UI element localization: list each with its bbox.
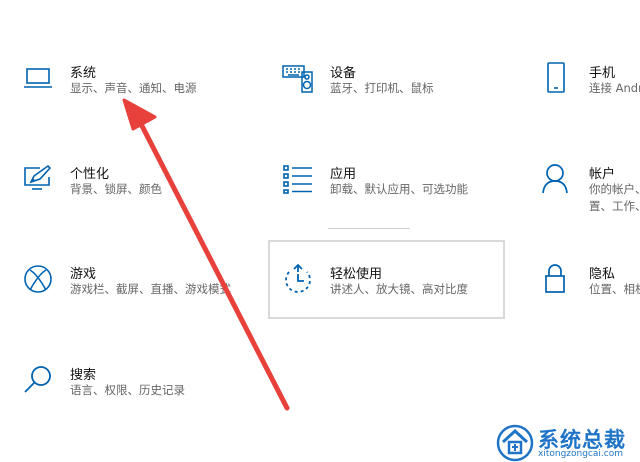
- tile-title: 个性化: [70, 167, 110, 182]
- tile-description: 游戏栏、截屏、直播、游戏模式: [70, 282, 231, 296]
- tile-description-line2: 置、工作、: [589, 199, 640, 213]
- settings-tile-phone[interactable]: 手机 连接 Andr: [541, 62, 640, 142]
- tile-title: 手机: [589, 66, 616, 81]
- settings-tile-search[interactable]: 搜索 语言、权限、历史记录: [22, 364, 252, 444]
- tile-title: 游戏: [70, 267, 97, 282]
- tile-description: 连接 Andr: [589, 81, 640, 95]
- ease-of-access-icon: [282, 263, 314, 295]
- tile-description: 背景、锁屏、颜色: [70, 182, 162, 196]
- laptop-icon: [22, 62, 54, 94]
- settings-tile-gaming[interactable]: 游戏 游戏栏、截屏、直播、游戏模式: [22, 263, 252, 343]
- devices-icon: [282, 62, 314, 94]
- account-icon: [541, 163, 573, 195]
- settings-tile-ease-of-access[interactable]: 轻松使用 讲述人、放大镜、高对比度: [268, 240, 505, 343]
- apps-icon: [282, 163, 314, 195]
- search-icon: [22, 364, 54, 396]
- settings-tile-accounts[interactable]: 帐户 你的帐户、 置、工作、: [541, 163, 640, 243]
- tile-title: 轻松使用: [330, 267, 383, 282]
- settings-tile-system[interactable]: 系统 显示、声音、通知、电源: [22, 62, 252, 142]
- watermark-url: xitongzongcai.com: [538, 449, 623, 459]
- divider: [328, 228, 410, 229]
- tile-description: 讲述人、放大镜、高对比度: [330, 282, 468, 296]
- tile-description: 蓝牙、打印机、鼠标: [330, 81, 434, 95]
- tile-description: 你的帐户、: [589, 182, 640, 196]
- tile-title: 设备: [330, 66, 357, 81]
- settings-tile-apps[interactable]: 应用 卸载、默认应用、可选功能: [282, 163, 502, 243]
- tile-description: 显示、声音、通知、电源: [70, 81, 197, 95]
- personalization-icon: [22, 163, 54, 195]
- watermark: 系统总裁 xitongzongcai.com: [494, 422, 640, 462]
- tile-title: 帐户: [589, 167, 616, 182]
- tile-description: 卸载、默认应用、可选功能: [330, 182, 468, 196]
- tile-description: 位置、相机: [589, 282, 640, 296]
- settings-tile-personalization[interactable]: 个性化 背景、锁屏、颜色: [22, 163, 252, 243]
- watermark-logo-icon: [496, 424, 534, 462]
- tile-description: 语言、权限、历史记录: [70, 383, 185, 397]
- phone-icon: [541, 62, 573, 94]
- settings-tile-privacy[interactable]: 隐私 位置、相机: [541, 263, 640, 343]
- xbox-icon: [22, 263, 54, 295]
- tile-title: 系统: [70, 66, 97, 81]
- tile-title: 隐私: [589, 267, 616, 282]
- tile-title: 搜索: [70, 368, 97, 383]
- tile-title: 应用: [330, 167, 357, 182]
- lock-icon: [541, 263, 573, 295]
- settings-tile-devices[interactable]: 设备 蓝牙、打印机、鼠标: [282, 62, 502, 142]
